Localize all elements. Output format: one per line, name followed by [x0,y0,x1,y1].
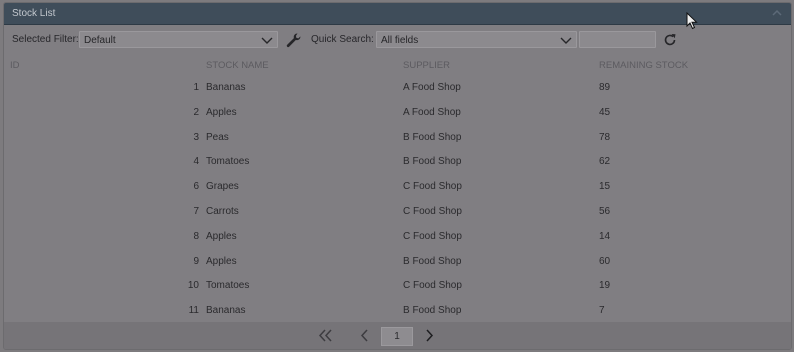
cell-id: 2 [193,106,199,118]
current-page-box[interactable]: 1 [381,327,413,346]
chevron-up-icon[interactable] [771,8,783,18]
cell-id: 3 [193,131,199,143]
cell-stock-name: Bananas [206,82,246,93]
quick-search-field-dropdown[interactable]: All fields [376,31,577,48]
cell-supplier: B Food Shop [403,255,462,267]
table-row[interactable]: 7 Carrots C Food Shop 56 [4,200,791,225]
cell-supplier: A Food Shop [403,106,461,118]
cell-id: 7 [193,205,199,217]
toolbar: Selected Filter: Default Quick Search: A… [4,25,791,53]
double-chevron-left-icon[interactable] [316,327,334,344]
cell-remaining-stock: 45 [599,106,611,118]
cell-supplier: C Food Shop [403,230,462,242]
cell-supplier: C Food Shop [403,280,462,292]
cell-remaining-stock: 78 [599,131,611,143]
cell-id: 10 [187,280,199,292]
cell-stock-name: Tomatoes [206,156,250,168]
mouse-cursor-icon [686,12,698,30]
selected-filter-value: Default [84,35,116,46]
cell-remaining-stock: 7 [599,305,605,317]
stock-list-panel: Stock List Selected Filter: Default Quic… [3,2,792,350]
cell-remaining-stock: 56 [599,205,611,217]
cell-remaining-stock: 14 [599,230,611,242]
chevron-left-icon[interactable] [357,327,371,344]
table-header: ID STOCK NAME SUPPLIER REMAINING STOCK [4,54,791,76]
table-body: 1 Bananas A Food Shop 89 2 Apples A Food Shop… [4,76,791,324]
table-row[interactable]: 3 Peas B Food Shop 78 [4,126,791,151]
panel-title: Stock List [12,8,56,19]
wrench-icon[interactable] [285,32,301,48]
table-row[interactable]: 9 Apples B Food Shop 60 [4,250,791,275]
table-row[interactable]: 2 Apples A Food Shop 45 [4,101,791,126]
cell-id: 9 [193,255,199,267]
column-header-stock-name[interactable]: STOCK NAME [206,60,269,71]
table-row[interactable]: 8 Apples C Food Shop 14 [4,225,791,250]
cell-id: 1 [193,82,199,93]
cell-stock-name: Grapes [206,181,239,193]
cell-stock-name: Tomatoes [206,280,250,292]
column-header-id[interactable]: ID [10,60,20,71]
cell-stock-name: Apples [206,255,237,267]
cell-supplier: C Food Shop [403,205,462,217]
cell-remaining-stock: 62 [599,156,611,168]
pagination-bar: 1 [4,322,791,349]
cell-stock-name: Carrots [206,205,239,217]
cell-remaining-stock: 60 [599,255,611,267]
chevron-right-icon[interactable] [423,327,437,344]
quick-search-label: Quick Search: [311,34,374,45]
table-row[interactable]: 4 Tomatoes B Food Shop 62 [4,150,791,175]
selected-filter-label: Selected Filter: [12,34,79,45]
cell-remaining-stock: 19 [599,280,611,292]
panel-titlebar: Stock List [4,3,791,25]
cell-supplier: B Food Shop [403,131,462,143]
cell-supplier: B Food Shop [403,156,462,168]
cell-id: 11 [188,305,199,317]
refresh-icon[interactable] [662,32,678,48]
cell-stock-name: Apples [206,230,237,242]
cell-remaining-stock: 89 [599,82,611,93]
table-row[interactable]: 6 Grapes C Food Shop 15 [4,175,791,200]
cell-stock-name: Bananas [206,305,246,317]
cell-stock-name: Peas [206,131,229,143]
column-header-remaining-stock[interactable]: REMAINING STOCK [599,60,688,71]
cell-id: 8 [193,230,199,242]
quick-search-input[interactable] [579,31,656,48]
cell-remaining-stock: 15 [599,181,611,193]
quick-search-field-value: All fields [381,35,419,46]
selected-filter-dropdown[interactable]: Default [79,31,278,48]
cell-supplier: A Food Shop [403,82,461,93]
column-header-supplier[interactable]: SUPPLIER [403,60,450,71]
cell-id: 4 [193,156,199,168]
cell-supplier: C Food Shop [403,181,462,193]
table-row[interactable]: 11 Bananas B Food Shop 7 [4,299,791,324]
table-row[interactable]: 10 Tomatoes C Food Shop 19 [4,274,791,299]
table-row[interactable]: 1 Bananas A Food Shop 89 [4,76,791,101]
cell-stock-name: Apples [206,106,237,118]
cell-id: 6 [193,181,199,193]
chevron-down-icon [560,37,572,44]
chevron-down-icon [261,37,273,44]
cell-supplier: B Food Shop [403,305,462,317]
